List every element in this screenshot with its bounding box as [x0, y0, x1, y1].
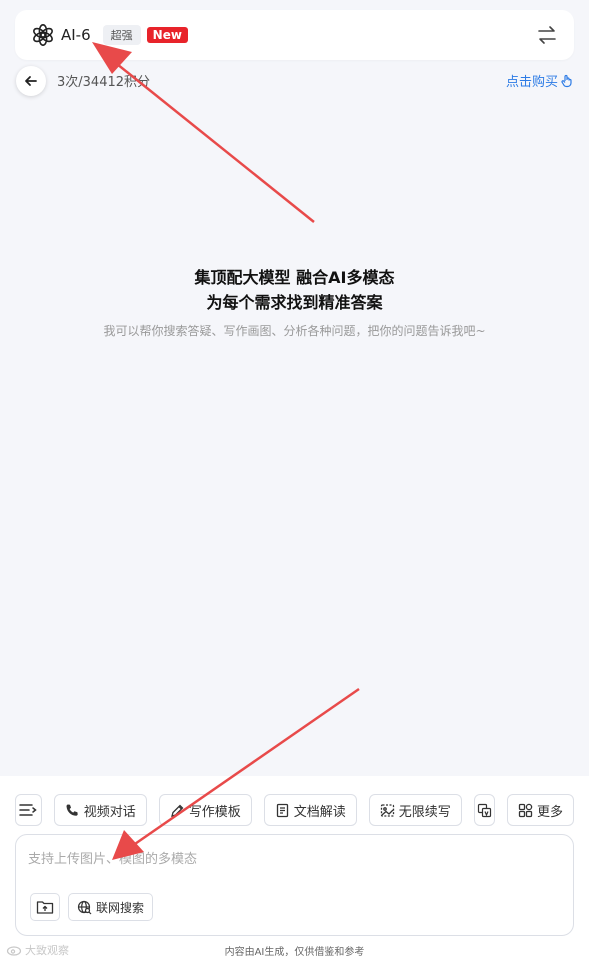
- back-button[interactable]: [16, 66, 46, 96]
- folder-upload-icon: [36, 901, 54, 914]
- grid-icon: [518, 803, 533, 818]
- model-name[interactable]: AI-6: [61, 26, 91, 44]
- composer-panel: 视频对话 写作模板 文档解读 无限续写 更多 支持上传图片、模图的多模态 联网搜…: [0, 776, 589, 964]
- web-search-button[interactable]: 联网搜索: [68, 893, 154, 921]
- web-search-label: 联网搜索: [96, 900, 145, 915]
- document-icon: [275, 803, 290, 818]
- video-chat-label: 视频对话: [83, 804, 136, 820]
- phone-icon: [65, 803, 80, 818]
- hero-title-line2: 为每个需求找到精准答案: [206, 293, 383, 312]
- usage-credits: 3次/34412积分: [57, 75, 151, 90]
- buy-link-label: 点击购买: [505, 75, 558, 90]
- pen-icon: [170, 803, 185, 818]
- translate-icon: [477, 803, 492, 818]
- openai-logo-icon: [31, 23, 55, 47]
- buy-link[interactable]: 点击购买: [506, 71, 574, 90]
- hero-subtitle: 我可以帮你搜索答疑、写作画图、分析各种问题，把你的问题告诉我吧~: [103, 324, 486, 338]
- video-chat-button[interactable]: 视频对话: [53, 794, 147, 826]
- document-read-label: 文档解读: [293, 804, 346, 820]
- more-button[interactable]: 更多: [506, 794, 574, 826]
- ai-disclaimer: 内容由AI生成，仅供借鉴和参考: [224, 947, 365, 958]
- writing-template-button[interactable]: 写作模板: [158, 794, 252, 826]
- arrow-to-model-name: [92, 42, 315, 223]
- swap-arrows-icon[interactable]: [536, 24, 558, 46]
- writing-template-label: 写作模板: [188, 804, 241, 820]
- globe-search-icon: [77, 900, 92, 914]
- translate-button[interactable]: [473, 794, 495, 826]
- menu-expand-icon: [19, 804, 38, 816]
- document-read-button[interactable]: 文档解读: [263, 794, 357, 826]
- prompt-input[interactable]: [28, 847, 558, 871]
- menu-button[interactable]: [15, 794, 42, 826]
- model-header: AI-6 超强 New: [15, 10, 574, 60]
- prompt-input-box: 联网搜索: [15, 834, 574, 936]
- strong-badge: 超强: [102, 25, 141, 45]
- infinite-continue-label: 无限续写: [398, 804, 451, 820]
- infinite-continue-button[interactable]: 无限续写: [368, 794, 462, 826]
- image-frame-icon: [380, 803, 395, 818]
- more-label: 更多: [536, 804, 563, 820]
- arrow-left-icon: [25, 76, 37, 86]
- tool-row: 视频对话 写作模板 文档解读 无限续写 更多: [15, 794, 574, 826]
- new-badge: New: [146, 27, 188, 43]
- hand-pointer-icon: [561, 74, 572, 87]
- upload-button[interactable]: [30, 893, 60, 921]
- hero-title-line1: 集顶配大模型 融合AI多模态: [194, 268, 395, 287]
